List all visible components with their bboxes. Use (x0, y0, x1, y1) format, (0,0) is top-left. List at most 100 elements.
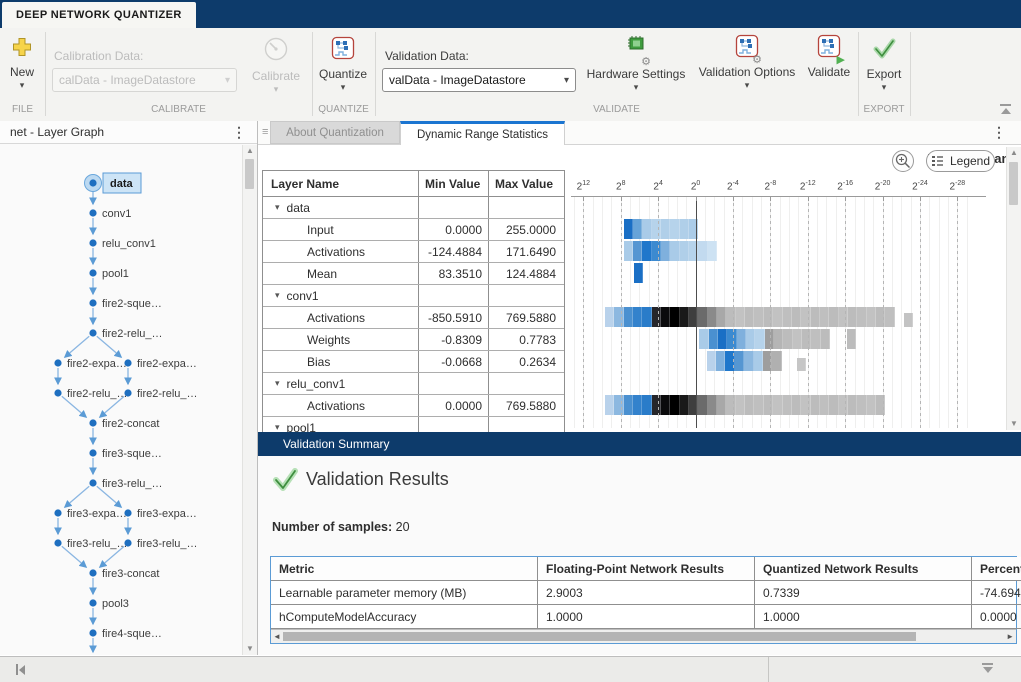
scroll-down-icon[interactable]: ▼ (243, 643, 257, 655)
results-horizontal-scrollbar[interactable]: ◄ ► (271, 629, 1016, 643)
dynamic-range-chart[interactable]: 2122824202-42-82-122-162-202-242-28 (566, 145, 1021, 432)
document-list-icon[interactable]: ≡ (262, 126, 268, 138)
layer-graph-canvas[interactable]: dataconv1relu_conv1pool1fire2-sque…fire2… (0, 145, 242, 655)
minor-gridline (593, 197, 594, 428)
histogram-cell (717, 307, 726, 327)
validate-run-icon: ▶ (817, 34, 841, 63)
gauge-icon (263, 36, 289, 67)
minor-gridline (939, 197, 940, 428)
scroll-left-icon[interactable]: ◄ (273, 631, 281, 642)
column-layer-name[interactable]: Layer Name (263, 171, 419, 196)
collapse-bottom-panel-icon[interactable] (982, 663, 993, 673)
histogram-cell (736, 307, 745, 327)
gridline (883, 197, 884, 428)
results-column-header[interactable]: Floating-Point Network Results (538, 557, 755, 581)
stats-row[interactable]: ▾relu_conv1 (263, 373, 564, 395)
validation-summary-bar[interactable]: Validation Summary ⋮ (258, 432, 1021, 456)
stats-row[interactable]: Activations-850.5910769.5880 (263, 307, 564, 329)
tab-about-quantization[interactable]: About Quantization (270, 121, 400, 144)
document-menu-kebab-icon[interactable]: ⋮ (992, 125, 1006, 139)
scrollbar-thumb[interactable] (283, 632, 916, 641)
chevron-down-icon: ▾ (225, 75, 230, 86)
column-min-value[interactable]: Min Value (419, 171, 489, 196)
validation-data-dropdown[interactable]: valData - ImageDatastore ▾ (382, 68, 576, 92)
export-button[interactable]: Export ▾ (862, 36, 906, 91)
stats-row[interactable]: Activations-124.4884171.6490 (263, 241, 564, 263)
collapse-triangle-icon[interactable]: ▾ (275, 378, 280, 389)
results-row: Learnable parameter memory (MB)2.90030.7… (271, 581, 1021, 605)
results-column-header[interactable]: Quantized Network Results (755, 557, 972, 581)
validate-button[interactable]: ▶ Validate (803, 34, 855, 79)
stats-row[interactable]: ▾conv1 (263, 285, 564, 307)
stats-row[interactable]: ▾data (263, 197, 564, 219)
histogram-cell (821, 329, 830, 349)
results-column-header[interactable]: Metric (271, 557, 538, 581)
chevron-down-icon[interactable]: ▾ (341, 83, 346, 91)
histogram-cell (689, 395, 698, 415)
scroll-down-icon[interactable]: ▼ (1007, 418, 1021, 430)
histogram-cell (689, 307, 698, 327)
histogram-cell (652, 307, 661, 327)
collapse-triangle-icon[interactable]: ▾ (275, 290, 280, 301)
scroll-right-icon[interactable]: ► (1006, 631, 1014, 642)
quantize-button[interactable]: Quantize ▾ (315, 36, 371, 91)
calibrate-button[interactable]: Calibrate ▾ (246, 36, 306, 93)
stats-row[interactable]: Input0.0000255.0000 (263, 219, 564, 241)
dynamic-range-document: Dynamic Range of Calibrated Layer Legend… (258, 145, 1021, 432)
svg-text:fire2-relu_…: fire2-relu_… (102, 328, 163, 340)
svg-text:relu_conv1: relu_conv1 (102, 238, 156, 250)
histogram-cell (754, 307, 763, 327)
histogram-cell (792, 395, 801, 415)
results-row: hComputeModelAccuracy1.00001.00000.0000 (271, 605, 1021, 629)
layer-graph-scrollbar[interactable]: ▲ ▼ (242, 145, 257, 655)
histogram-cell (792, 307, 801, 327)
validation-results-panel: Validation Results Number of samples: 20… (258, 456, 1021, 655)
histogram-cell (716, 351, 725, 371)
histogram-cell (661, 241, 670, 261)
stats-row[interactable]: Mean83.3510124.4884 (263, 263, 564, 285)
histogram-cell (709, 329, 718, 349)
title-bar: DEEP NETWORK QUANTIZER (0, 0, 1021, 28)
histogram-cell (764, 395, 773, 415)
histogram-cell (699, 329, 708, 349)
svg-text:pool3: pool3 (102, 598, 129, 610)
histogram-cell (811, 329, 820, 349)
stats-row[interactable]: Bias-0.06680.2634 (263, 351, 564, 373)
column-max-value[interactable]: Max Value (489, 171, 562, 196)
stats-row[interactable]: ▾pool1 (263, 417, 564, 432)
collapse-left-panel-icon[interactable] (16, 664, 25, 675)
calibration-data-dropdown[interactable]: calData - ImageDatastore ▾ (52, 68, 237, 92)
chart-scrollbar[interactable]: ▲ ▼ (1006, 147, 1021, 430)
gridline (808, 197, 809, 428)
histogram-cell (652, 395, 661, 415)
scroll-up-icon[interactable]: ▲ (243, 145, 257, 157)
chevron-down-icon[interactable]: ▾ (882, 83, 887, 91)
calibration-data-label: Calibration Data: (54, 49, 143, 63)
stats-row[interactable]: Weights-0.83090.7783 (263, 329, 564, 351)
scroll-up-icon[interactable]: ▲ (1007, 147, 1021, 159)
app-tab[interactable]: DEEP NETWORK QUANTIZER (2, 2, 196, 28)
scrollbar-thumb[interactable] (1009, 162, 1018, 205)
chevron-down-icon[interactable]: ▾ (20, 81, 25, 89)
histogram-cell (624, 241, 633, 261)
collapse-triangle-icon[interactable]: ▾ (275, 202, 280, 213)
validation-options-button[interactable]: ⚙ Validation Options ▾ (698, 34, 796, 89)
hardware-settings-button[interactable]: ⚙ Hardware Settings ▾ (588, 34, 684, 91)
collapse-ribbon-icon[interactable] (1000, 104, 1011, 114)
chevron-down-icon[interactable]: ▾ (634, 83, 639, 91)
svg-text:fire3-relu_…: fire3-relu_… (102, 478, 163, 490)
histogram-cell (774, 329, 783, 349)
chevron-down-icon[interactable]: ▾ (745, 81, 750, 89)
results-column-header[interactable]: Percent Change (972, 557, 1021, 581)
panel-menu-kebab-icon[interactable]: ⋮ (232, 125, 246, 139)
new-button[interactable]: New ▾ (4, 36, 40, 89)
svg-text:fire2-relu_…: fire2-relu_… (137, 388, 198, 400)
histogram-cell (633, 241, 642, 261)
stats-row[interactable]: Activations0.0000769.5880 (263, 395, 564, 417)
minor-gridline (967, 197, 968, 428)
scrollbar-thumb[interactable] (245, 159, 254, 189)
tab-dynamic-range-statistics[interactable]: Dynamic Range Statistics (400, 121, 565, 145)
histogram-cell (745, 307, 754, 327)
svg-text:conv1: conv1 (102, 208, 131, 220)
collapse-triangle-icon[interactable]: ▾ (275, 422, 280, 432)
